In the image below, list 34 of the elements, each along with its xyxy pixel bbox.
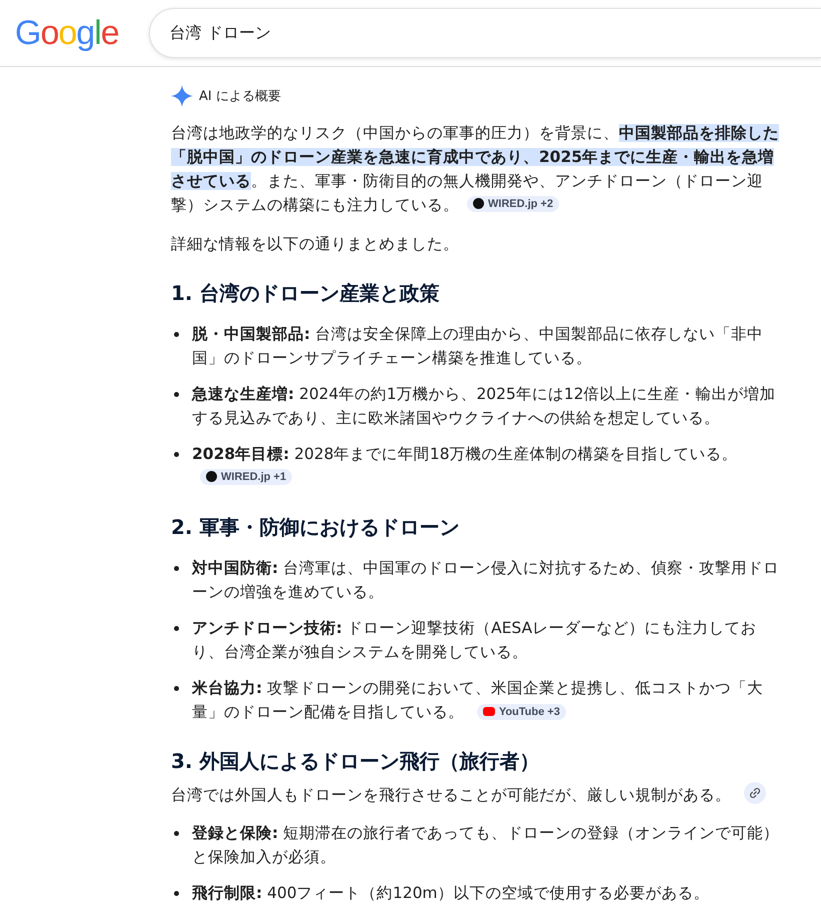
section-heading: 3. 外国人によるドローン飛行（旅行者） <box>171 748 540 775</box>
source-chip[interactable]: WIRED.jp +2 <box>467 196 560 212</box>
intro-text: 台湾では外国人もドローンを飛行させることが可能だが、厳しい規制がある。 <box>171 782 785 807</box>
link-icon <box>748 787 761 799</box>
play-logo-icon <box>482 707 495 716</box>
list-item-text: 米台協力: 攻撃ドローンの開発において、米国企業と提携し、低コストかつ「大量」のドローン配備を目指している。 YouTube +3 <box>192 678 764 723</box>
section-heading: 1. 台湾のドローン産業と政策 <box>171 280 440 307</box>
list-item-text: 2028年目標: 2028年までに年間18万機の生産体制の構築を目指している。 WIRED.jp +1 <box>192 442 782 490</box>
source-chip[interactable]: WIRED.jp +1 <box>200 468 292 484</box>
bullet-icon <box>174 686 179 691</box>
list-item-text: 登録と保険: 短期滞在の旅行者であっても、ドローンの登録（オンラインで可能）と保険加入が必須。 <box>192 823 780 868</box>
bullet-icon <box>174 831 179 836</box>
bullet-icon <box>174 566 179 571</box>
source-chip[interactable]: YouTube +3 <box>476 704 566 720</box>
lead-text: 詳細な情報を以下の通りまとめました。 <box>171 234 460 255</box>
list-item-text: 対中国防衛: 台湾軍は、中国軍のドローン侵入に対抗するため、偵察・攻撃用ドローンの増強を進めている。 <box>192 558 780 603</box>
list-item-text: 急速な生産増: 2024年の約1万機から、2025年には12倍以上に生産・輸出が増加する見込みであり、主に欧米諸国やウクライナへの供給を想定している。 <box>192 384 777 429</box>
link-chip[interactable] <box>744 782 766 804</box>
list-item-text: アンチドローン技術: ドローン迎撃技術（AESAレーダーなど）にも注力しており、台湾企業が独自システムを開発している。 <box>192 618 758 663</box>
search-field[interactable]: 台湾 ドローン <box>148 8 821 58</box>
section-heading: 2. 軍事・防御におけるドローン <box>171 514 460 541</box>
summary-text: 台湾は地政学的なリスク（中国からの軍事的圧力）を背景に、中国製部品を排除した「脱中国」のドローン産業を急速に育成中であり、2025年までに生産・輸出を急増させている。また、軍事・防衛目的の無人機開発や、アンチドローン（ドローン迎撃）システムの構築にも注力している。 WIRED.jp +2 <box>171 123 780 216</box>
google-logo[interactable]: Google <box>15 13 119 53</box>
list-item-text: 飛行制限: 400フィート（約120m）以下の空域で使用する必要がある。 <box>192 883 710 904</box>
bullet-icon <box>174 452 179 457</box>
bullet-icon <box>174 332 179 337</box>
sparkle-icon <box>171 85 193 107</box>
ai-overview-label: AI による概要 <box>199 88 281 105</box>
bullet-icon <box>174 392 179 397</box>
bullet-icon <box>174 891 179 896</box>
bullet-icon <box>174 626 179 631</box>
list-item-text: 脱・中国製部品: 台湾は安全保障上の理由から、中国製部品に依存しない「非中国」のドローンサプライチェーン構築を推進している。 <box>192 324 764 369</box>
source-logo-icon <box>206 471 217 482</box>
source-logo-icon <box>473 198 484 209</box>
